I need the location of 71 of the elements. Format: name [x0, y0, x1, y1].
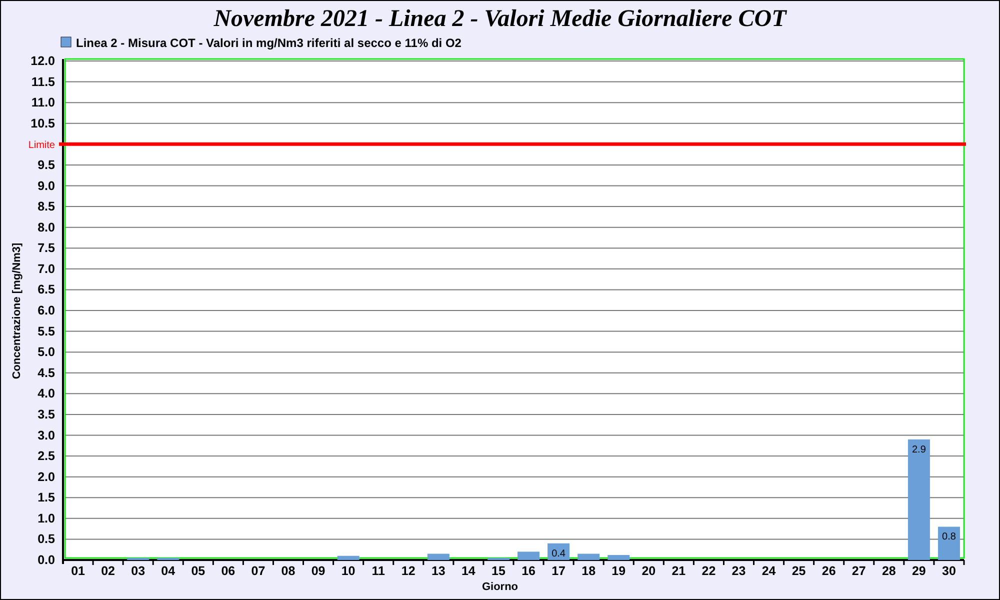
x-tick-label: 28 [882, 564, 896, 578]
bar [518, 552, 540, 560]
x-tick-label: 21 [672, 564, 686, 578]
bar [127, 558, 150, 560]
y-tick-label: 4.0 [38, 386, 55, 401]
bar [157, 558, 180, 560]
value-label: 2.9 [912, 444, 926, 456]
y-tick-label: 5.0 [38, 345, 55, 360]
x-tick-label: 16 [522, 564, 536, 578]
y-tick-label: 9.5 [38, 158, 55, 172]
x-tick-label: 14 [462, 564, 476, 578]
x-tick-label: 26 [822, 564, 836, 578]
x-tick-label: 30 [942, 564, 956, 578]
x-tick-label: 03 [131, 564, 146, 578]
y-tick-label: 10.5 [30, 116, 55, 130]
y-tick-label: 1.0 [38, 511, 55, 526]
x-tick-label: 29 [912, 564, 926, 578]
x-tick-label: 20 [642, 564, 656, 578]
y-tick-label: 1.5 [38, 490, 55, 505]
x-tick-label: 19 [612, 564, 626, 578]
chart-title: Novembre 2021 - Linea 2 - Valori Medie Giornaliere COT [214, 6, 786, 32]
x-tick-label: 15 [492, 564, 506, 578]
y-tick-label: 2.0 [38, 470, 55, 484]
y-tick-label: 0.0 [38, 553, 55, 567]
legend-swatch [60, 36, 72, 48]
value-label: 0.4 [552, 548, 566, 560]
y-tick-label: 4.5 [38, 366, 55, 380]
x-tick-label: 25 [792, 564, 806, 578]
y-tick-label: 11.0 [31, 96, 55, 110]
x-tick-label: 05 [191, 564, 206, 578]
bar [548, 543, 570, 560]
x-tick-label: 09 [311, 564, 326, 578]
x-axis-title: Giorno [482, 581, 518, 593]
x-tick-label: 01 [71, 564, 85, 578]
y-tick-label: 8.5 [38, 200, 55, 214]
x-tick-label: 08 [281, 564, 296, 578]
x-tick-label: 27 [852, 564, 866, 578]
x-tick-label: 10 [341, 564, 356, 578]
y-tick-label: 7.0 [38, 262, 55, 276]
limit-label: Limite [28, 140, 55, 152]
x-tick-label: 12 [401, 564, 416, 578]
value-label: 0.8 [942, 532, 956, 543]
y-tick-label: 3.0 [38, 428, 55, 442]
x-tick-label: 02 [101, 564, 115, 578]
y-tick-label: 7.5 [38, 241, 55, 256]
x-tick-label: 06 [221, 564, 236, 578]
bar [487, 558, 510, 560]
y-tick-label: 0.5 [38, 532, 55, 546]
bar [938, 526, 960, 560]
y-tick-label: 8.0 [38, 220, 55, 234]
x-tick-label: 17 [552, 564, 566, 578]
bar [608, 555, 630, 560]
x-tick-label: 13 [431, 564, 446, 578]
y-tick-label: 5.5 [38, 324, 55, 338]
x-tick-label: 04 [161, 564, 176, 578]
bar [337, 556, 360, 560]
y-axis-title: Concentrazione [mg/Nm3] [11, 242, 23, 380]
y-tick-label: 3.5 [38, 407, 55, 422]
y-tick-label: 9.0 [38, 178, 55, 193]
x-tick-label: 18 [582, 564, 596, 578]
x-tick-label: 07 [251, 564, 266, 578]
x-tick-label: 22 [702, 564, 716, 578]
y-tick-label: 6.5 [38, 282, 55, 297]
y-tick-label: 11.5 [31, 74, 55, 89]
y-tick-label: 2.5 [38, 449, 55, 464]
x-tick-label: 11 [372, 564, 385, 578]
x-tick-label: 23 [732, 564, 746, 578]
y-tick-label: 6.0 [38, 304, 55, 318]
legend-label: Linea 2 - Misura COT - Valori in mg/Nm3 riferiti al secco e 11% di O2 [76, 36, 462, 50]
y-tick-label: 12.0 [30, 54, 55, 68]
x-tick-label: 24 [762, 564, 776, 578]
